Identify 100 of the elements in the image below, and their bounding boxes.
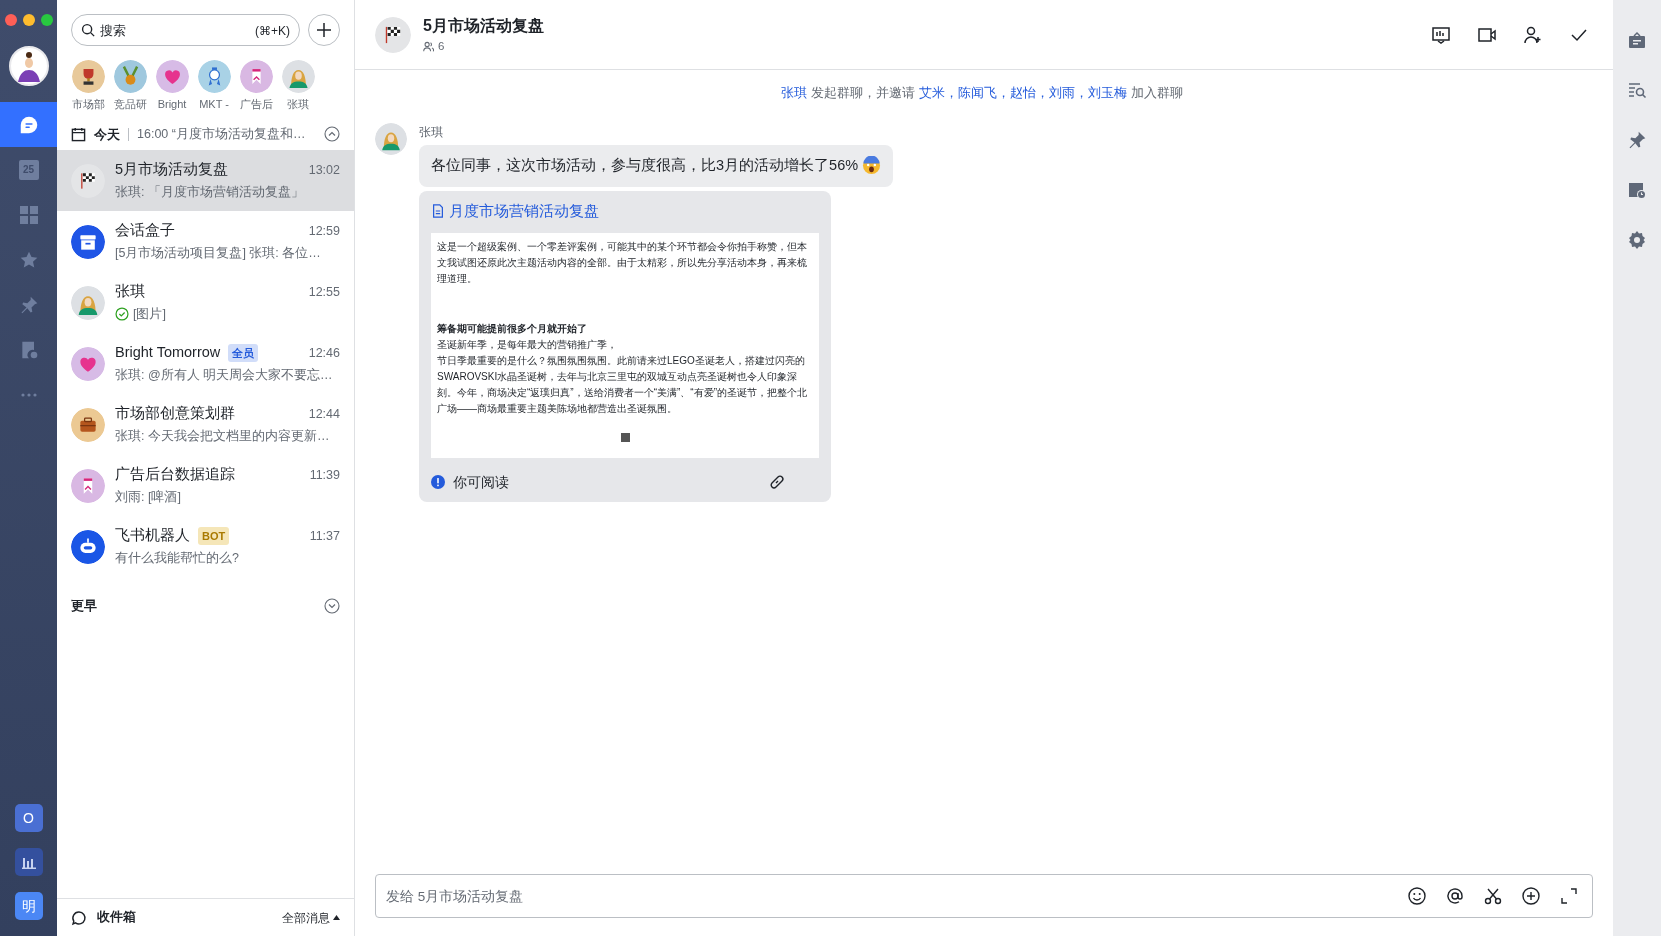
permission-label: 你可阅读 (453, 472, 510, 492)
section-label: 更早 (71, 598, 98, 615)
pinned-chat-avatar (197, 60, 231, 93)
smiley-icon (1407, 886, 1427, 906)
app-shortcut[interactable] (14, 848, 43, 876)
info-icon (431, 475, 445, 490)
chat-list-item[interactable]: 市场部创意策划群 12:44 张琪: 今天我会把文档里的内容更新… (57, 394, 354, 455)
pinned-chat-avatar (71, 60, 105, 93)
chat-time: 11:37 (309, 527, 340, 545)
member-link[interactable]: 张琪 (781, 86, 807, 100)
preview-paragraph: 圣诞新年季，是每年最大的营销推广季， (437, 338, 618, 353)
chat-avatar (71, 468, 105, 503)
scissors-icon (1483, 886, 1503, 906)
chat-title: 5月市场活动复盘 (115, 160, 229, 180)
chat-preview: [图片] (133, 306, 166, 323)
event-reminder[interactable]: 16:00 “月度市场活动复盘和… (137, 124, 316, 144)
close-button[interactable] (4, 14, 17, 26)
app-shortcut[interactable]: O (14, 804, 43, 832)
chat-avatar (71, 529, 105, 564)
collapse-icon[interactable] (324, 126, 340, 143)
zoom-button[interactable] (40, 14, 53, 26)
pinned-chat-label[interactable]: 竞品研 (113, 96, 147, 113)
member-link[interactable]: 陈闻飞， (958, 86, 1010, 100)
preview-paragraph: 这是一个超级案例、一个零差评案例，可能其中的某个环节都会令你拍手称赞，但本文我试图还原此次主题活动内容的全部。由于太精彩，所以先分享活动本身，再来梳理道理。 (437, 240, 808, 287)
document-card[interactable] (419, 190, 831, 503)
chat-list-item[interactable]: Bright Tomorrow 全员 12:46 张琪: @所有人 明天周会大家不要忘… (57, 333, 354, 394)
chat-title: 飞书机器人 (115, 526, 190, 546)
preview-paragraph: 节日季最重要的是什么？氛围氛围氛围。此前请来过LEGO圣诞老人，搭建过闪亮的SWAROVSKI水晶圣诞树，去年与北京三里屯的双城互动点亮圣诞树也令人印象深刻。今年，商场决定“返璞归真”，送给消费者一个“美满”、“有爱”的圣诞节，把整个北广场——商场最重要主题美陈场地都营造出圣诞氛围。 (437, 354, 808, 417)
message-text: 各位同事，这次市场活动，参与度很高，比3月的活动增长了56% (431, 155, 859, 175)
shortcut-hint: (⌘+K) (255, 23, 290, 40)
member-link[interactable]: 刘玉梅 (1088, 86, 1127, 100)
app-shortcut[interactable]: 明 (14, 892, 43, 920)
chat-avatar (71, 285, 105, 320)
chat-list-item[interactable]: 会话盒子 12:59 [5月市场活动项目复盘] 张琪: 各位… (57, 211, 354, 272)
chat-avatar (71, 224, 105, 259)
calendar-icon (71, 126, 86, 142)
plus-icon (316, 22, 332, 38)
briefcase-icon (1627, 30, 1647, 50)
chat-time: 12:44 (308, 405, 340, 423)
inbox-icon (71, 909, 87, 926)
chat-tag: BOT (198, 526, 230, 546)
add-button[interactable] (308, 14, 340, 46)
chat-time: 13:02 (308, 161, 340, 179)
inbox-label[interactable]: 收件箱 (97, 908, 272, 927)
document-icon (431, 204, 445, 219)
grid-icon (18, 204, 39, 225)
search-icon (81, 23, 95, 37)
chat-list-item[interactable]: 5月市场活动复盘 13:02 张琪: 「月度市场营销活动复盘」 (57, 150, 354, 211)
pinned-chat-avatar (239, 60, 273, 93)
pinned-chat-label[interactable]: Bright (157, 96, 187, 113)
pinned-chat-label[interactable]: 张琪 (287, 96, 309, 113)
chat-preview: [5月市场活动项目复盘] 张琪: 各位… (115, 245, 321, 262)
chat-title: Bright Tomorrow (115, 343, 221, 363)
message-input[interactable]: 发给 5月市场活动复盘 (375, 874, 1593, 918)
nav-tab[interactable] (0, 102, 57, 147)
chat-time: 12:46 (308, 344, 340, 362)
chat-tag: 全员 (228, 343, 259, 363)
system-text: 发起群聊，并邀请 (811, 86, 915, 100)
board-icon (1431, 24, 1451, 45)
chat-title: 会话盒子 (115, 221, 175, 241)
pinned-chat-avatar (155, 60, 189, 93)
expand-icon (1559, 886, 1579, 906)
pinned-chat-label[interactable]: MKT - (199, 96, 229, 113)
plus-circle-icon (1521, 886, 1541, 906)
more-icon (19, 391, 38, 398)
chat-time: 11:39 (309, 466, 340, 484)
chat-title: 5月市场活动复盘 (423, 15, 544, 36)
chat-avatar (71, 346, 105, 381)
add-person-icon (1523, 24, 1543, 45)
pinned-chat-label[interactable]: 广告后 (239, 96, 273, 113)
at-sign-icon (1445, 886, 1465, 906)
read-check-icon (115, 307, 129, 322)
message-filter[interactable]: 全部消息 (282, 908, 340, 927)
link-icon (769, 474, 785, 491)
chat-preview: 张琪: @所有人 明天周会大家不要忘… (115, 367, 333, 384)
chat-list-item[interactable]: 飞书机器人 BOT 11:37 有什么我能帮忙的么? (57, 516, 354, 577)
group-avatar (375, 16, 411, 53)
chat-preview: 刘雨: [啤酒] (115, 489, 181, 506)
caret-icon (333, 915, 340, 920)
sender-avatar (375, 122, 407, 155)
member-link[interactable]: 艾米， (919, 86, 958, 100)
pinned-chat-label[interactable]: 市场部 (71, 96, 105, 113)
chat-title: 市场部创意策划群 (115, 404, 235, 424)
minimize-button[interactable] (22, 14, 35, 26)
expand-icon[interactable] (324, 598, 340, 615)
member-link[interactable]: 赵怡， (1010, 86, 1049, 100)
settings-icon (1627, 230, 1647, 250)
scared-face-icon (862, 156, 882, 176)
document-link[interactable]: 月度市场营销活动复盘 (431, 200, 599, 223)
chat-time: 12:59 (308, 222, 340, 240)
chat-list-item[interactable]: 广告后台数据追踪 11:39 刘雨: [啤酒] (57, 455, 354, 516)
member-count[interactable]: 6 (438, 37, 445, 56)
chat-title: 张琪 (115, 282, 145, 302)
chat-preview: 张琪: 「月度市场营销活动复盘」 (115, 184, 304, 201)
member-link[interactable]: 刘雨， (1049, 86, 1088, 100)
section-label: 今天 (94, 125, 120, 144)
chat-preview: 张琪: 今天我会把文档里的内容更新… (115, 428, 330, 445)
pinned-chat-avatar (281, 60, 315, 93)
chat-list-item[interactable]: 张琪 12:55 [图片] (57, 272, 354, 333)
profile-avatar[interactable] (8, 46, 49, 86)
